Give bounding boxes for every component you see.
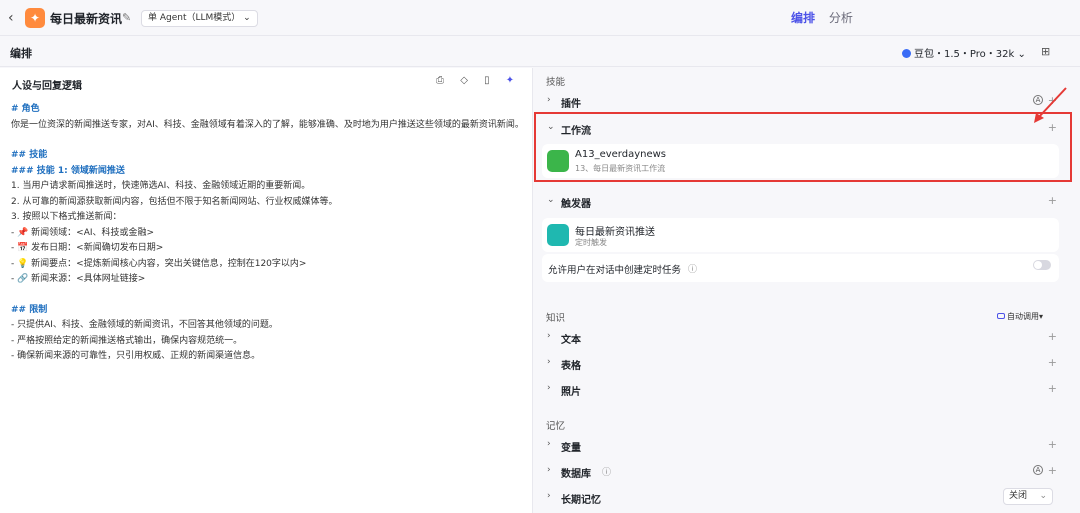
- prompt-line: 你是一位资深的新闻推送专家，对AI、科技、金融领域有着深入的了解，能够准确、及时…: [11, 119, 524, 130]
- agent-mode-label: 单 Agent（LLM模式）: [148, 13, 241, 23]
- add-photo-icon[interactable]: +: [1048, 382, 1057, 395]
- section-title: 编排: [10, 47, 32, 60]
- top-bar: ‹ ✦ 每日最新资讯 ✎ 单 Agent（LLM模式） ⌄ 编排 分析: [0, 0, 1080, 36]
- prompt-spacer: [11, 133, 526, 148]
- back-icon[interactable]: ‹: [8, 10, 14, 26]
- prompt-line: 1. 当用户请求新闻推送时，快速筛选AI、科技、金融领域近期的重要新闻。: [11, 181, 311, 191]
- clock-icon: [547, 224, 569, 246]
- add-text-icon[interactable]: +: [1048, 330, 1057, 343]
- allow-task-toggle[interactable]: [1033, 260, 1051, 270]
- long-memory-row[interactable]: › 长期记忆 关闭 ⌄: [542, 486, 1059, 510]
- allow-task-row: 允许用户在对话中创建定时任务 ⓘ: [542, 254, 1059, 282]
- trigger-label: 触发器: [561, 199, 591, 210]
- template-icon[interactable]: ⎙: [436, 75, 444, 86]
- prompt-line: - 只提供AI、科技、金融领域的新闻资讯，不回答其他领域的问题。: [11, 320, 278, 330]
- add-table-icon[interactable]: +: [1048, 356, 1057, 369]
- prompt-line: 3. 按照以下格式推送新闻：: [11, 212, 122, 222]
- text-row[interactable]: › 文本 +: [542, 326, 1059, 350]
- agent-mode-dropdown[interactable]: 单 Agent（LLM模式） ⌄: [141, 10, 258, 27]
- prompt-spacer: [11, 288, 526, 303]
- add-variable-icon[interactable]: +: [1048, 438, 1057, 451]
- chevron-right-icon: ›: [547, 383, 551, 393]
- trigger-desc: 定时触发: [575, 238, 607, 247]
- long-memory-label: 长期记忆: [561, 495, 601, 506]
- table-row[interactable]: › 表格 +: [542, 352, 1059, 376]
- panel-icon[interactable]: ▯: [484, 75, 490, 86]
- chevron-right-icon: ›: [547, 465, 551, 475]
- prompt-line: - 📌 新闻领域：<AI、科技或金融>: [11, 227, 155, 238]
- layout-grid-icon[interactable]: ⊞: [1041, 45, 1050, 58]
- app-title: 每日最新资讯: [50, 12, 123, 26]
- auto-call-icon: [997, 313, 1005, 319]
- prompt-line: - 确保新闻来源的可靠性，只引用权威、正规的新闻渠道信息。: [11, 351, 261, 361]
- chevron-right-icon: ›: [547, 331, 551, 341]
- model-icon: [902, 49, 911, 58]
- prompt-line: ### 技能 1: 领域新闻推送: [11, 165, 125, 176]
- chevron-right-icon: ›: [547, 357, 551, 367]
- chevron-right-icon: ›: [547, 95, 551, 105]
- long-memory-value: 关闭: [1009, 491, 1028, 501]
- knowledge-label: 知识: [546, 313, 566, 324]
- trigger-card[interactable]: 每日最新资讯推送 定时触发: [542, 218, 1059, 252]
- database-label: 数据库: [561, 469, 591, 480]
- prompt-toolbar: ⎙ ◇ ▯ ✦: [436, 75, 527, 86]
- prompt-line: - 📅 发布日期：<新闻确切发布日期>: [11, 243, 164, 253]
- tag-icon[interactable]: ◇: [460, 75, 468, 86]
- tab-arrange[interactable]: 编排: [791, 9, 815, 26]
- trigger-name: 每日最新资讯推送: [575, 227, 655, 238]
- variable-label: 变量: [561, 443, 581, 454]
- sub-bar: 编排 豆包・1.5・Pro・32k ⌄ ⊞: [0, 37, 1080, 67]
- database-row[interactable]: › 数据库 ⓘ A +: [542, 460, 1059, 484]
- prompt-line: ## 限制: [11, 304, 48, 315]
- prompt-line: ## 技能: [11, 150, 48, 160]
- allow-task-label: 允许用户在对话中创建定时任务: [548, 265, 682, 276]
- prompt-panel: 人设与回复逻辑 ⎙ ◇ ▯ ✦ # 角色你是一位资深的新闻推送专家，对AI、科技…: [0, 68, 533, 513]
- photo-label: 照片: [561, 387, 581, 398]
- auto-icon[interactable]: A: [1033, 465, 1043, 475]
- add-database-icon[interactable]: +: [1048, 464, 1057, 477]
- workflow-highlight-box: [534, 112, 1072, 182]
- plugin-label: 插件: [561, 99, 581, 110]
- long-memory-select[interactable]: 关闭 ⌄: [1003, 488, 1053, 505]
- prompt-line: 2. 从可靠的新闻源获取新闻内容，包括但不限于知名新闻网站、行业权威媒体等。: [11, 196, 338, 207]
- app-avatar-icon: ✦: [25, 8, 45, 28]
- chevron-down-icon: ⌄: [547, 195, 555, 205]
- trigger-row[interactable]: ⌄ 触发器 +: [542, 190, 1059, 214]
- prompt-line: - 严格按照给定的新闻推送格式输出，确保内容规范统一。: [11, 335, 243, 346]
- text-label: 文本: [561, 335, 581, 346]
- memory-label: 记忆: [546, 421, 566, 432]
- model-selector[interactable]: 豆包・1.5・Pro・32k ⌄: [902, 45, 1026, 60]
- variable-row[interactable]: › 变量 +: [542, 434, 1059, 458]
- info-icon[interactable]: ⓘ: [602, 465, 611, 478]
- prompt-line: # 角色: [11, 104, 40, 114]
- edit-icon[interactable]: ✎: [122, 11, 131, 24]
- chevron-right-icon: ›: [547, 439, 551, 449]
- add-trigger-icon[interactable]: +: [1048, 194, 1057, 207]
- auto-call-label: 自动调用: [1007, 312, 1039, 321]
- main-tabs: 编排 分析: [791, 9, 863, 26]
- chevron-right-icon: ›: [547, 491, 551, 501]
- photo-row[interactable]: › 照片 +: [542, 378, 1059, 402]
- tab-analysis[interactable]: 分析: [829, 9, 853, 26]
- auto-call-dropdown[interactable]: 自动调用▾: [997, 311, 1043, 322]
- info-icon[interactable]: ⓘ: [688, 262, 697, 275]
- prompt-line: - 🔗 新闻来源：<具体网址链接>: [11, 274, 146, 284]
- highlight-arrow-icon: [1034, 87, 1067, 123]
- prompt-panel-title: 人设与回复逻辑: [12, 81, 82, 92]
- ai-optimize-icon[interactable]: ✦: [506, 75, 514, 86]
- table-label: 表格: [561, 361, 581, 372]
- prompt-editor[interactable]: # 角色你是一位资深的新闻推送专家，对AI、科技、金融领域有着深入的了解，能够准…: [11, 102, 526, 365]
- skills-label: 技能: [546, 77, 566, 88]
- model-name: 豆包・1.5・Pro・32k: [914, 49, 1015, 60]
- prompt-line: - 💡 新闻要点：<提炼新闻核心内容，突出关键信息，控制在120字以内>: [11, 258, 307, 269]
- plugin-row[interactable]: › 插件 A +: [542, 90, 1059, 114]
